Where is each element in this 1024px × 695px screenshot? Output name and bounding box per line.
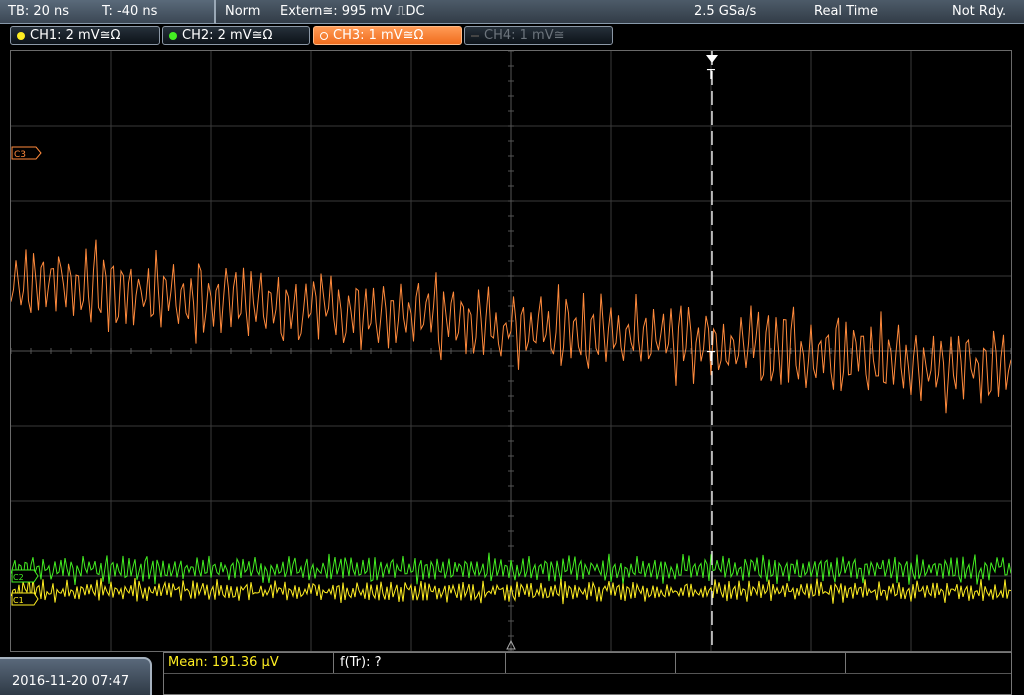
graticule[interactable]: T T C3 C2 C1 [10,50,1012,652]
timebase-label: TB: 20 ns [8,4,70,19]
ch4-label: CH4: 1 mV≅ [484,28,565,43]
mean-measurement: Mean: 191.36 µV [168,655,279,670]
measurement-cell-ftr[interactable]: f(Tr): ? [334,653,506,673]
ch1-label: CH1: 2 mV≅Ω [30,28,121,43]
measurement-panel[interactable]: Mean: 191.36 µV f(Tr): ? [163,652,1012,695]
measurement-cell-empty-2[interactable] [676,653,846,673]
datetime-label: 2016-11-20 07:47 [12,674,130,689]
trigger-offset-label: T: -40 ns [102,4,158,19]
ftr-measurement: f(Tr): ? [340,655,382,670]
ch1-marker-label: C1 [13,596,24,605]
ch2-dot-icon [169,31,177,40]
bottom-bar: 2016-11-20 07:47 Mean: 191.36 µV f(Tr): … [0,652,1024,695]
ch3-label: CH3: 1 mV≅Ω [333,28,424,43]
measurement-cell-empty-3[interactable] [846,653,1012,673]
status-bar: TB: 20 ns T: -40 ns Norm Extern≅: 995 mV… [0,0,1024,24]
tab-ch2[interactable]: CH2: 2 mV≅Ω [162,26,310,45]
ch3-dot-icon [320,31,328,40]
measurement-cell-mean[interactable]: Mean: 191.36 µV [164,653,334,673]
trigger-position-icon[interactable] [706,55,718,63]
waveform-display[interactable]: T T C3 C2 C1 [11,51,1011,651]
ch3-marker-label: C3 [14,150,26,160]
trigger-source-label: Extern≅: 995 mV ⎍DC [280,4,425,19]
ch3-reference-marker[interactable]: C3 [11,146,42,160]
trigger-top-marker: T [706,68,715,83]
channel-bar: CH1: 2 mV≅Ω CH2: 2 mV≅Ω CH3: 1 mV≅Ω CH4:… [0,24,1024,50]
acquisition-mode-label: Real Time [814,4,878,19]
tab-ch1[interactable]: CH1: 2 mV≅Ω [10,26,160,45]
ch2-marker-label: C2 [13,573,24,582]
date-box: 2016-11-20 07:47 [0,657,152,695]
status-label: Not Rdy. [952,4,1007,19]
trigger-level-marker: T [706,350,715,365]
sample-rate-label: 2.5 GSa/s [694,4,757,19]
trigger-mode-label: Norm [225,4,261,19]
ch4-dash-icon [471,34,479,37]
trigger-box[interactable]: Norm Extern≅: 995 mV ⎍DC 2.5 GSa/s Real … [216,0,1024,24]
timebase-box[interactable]: TB: 20 ns T: -40 ns [0,0,216,24]
ch2-reference-marker[interactable]: C2 [11,569,39,583]
tab-ch3[interactable]: CH3: 1 mV≅Ω [313,26,462,45]
tab-ch4[interactable]: CH4: 1 mV≅ [464,26,613,45]
measurement-row-divider [164,673,1011,674]
ch1-dot-icon [17,31,25,40]
measurement-cell-empty-1[interactable] [506,653,676,673]
ch1-reference-marker[interactable]: C1 [11,592,39,606]
ch2-label: CH2: 2 mV≅Ω [182,28,273,43]
